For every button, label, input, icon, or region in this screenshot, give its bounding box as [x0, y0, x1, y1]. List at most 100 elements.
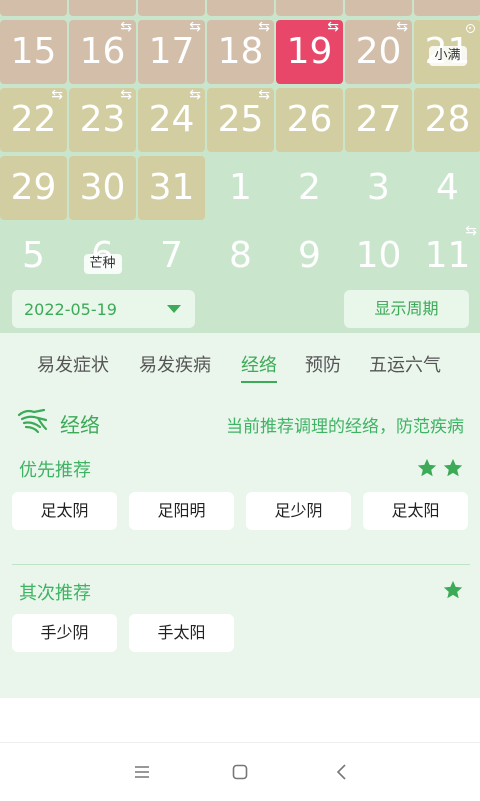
day-number: 23: [79, 99, 126, 140]
calendar-day[interactable]: 10: [138, 0, 205, 16]
calendar-day[interactable]: 1: [207, 156, 274, 220]
day-number: 10: [355, 235, 402, 276]
calendar-day[interactable]: 24 ⇆: [138, 88, 205, 152]
meridian-chip[interactable]: 手少阴: [12, 614, 117, 652]
tab-five-movements[interactable]: 五运六气: [369, 355, 441, 377]
day-number: 16: [79, 31, 126, 72]
day-number: 7: [160, 235, 183, 276]
info-panel: 易发症状 易发疾病 经络 预防 五运六气 经络 当前推荐调理的经络，防范疾病 优…: [0, 333, 480, 698]
swap-icon: ⇆: [189, 87, 201, 103]
day-number: 9: [298, 235, 321, 276]
calendar-day-today[interactable]: 19 ⇆: [276, 20, 343, 84]
day-number: 25: [217, 99, 264, 140]
calendar-day[interactable]: 29: [0, 156, 67, 220]
calendar-day[interactable]: 12: [276, 0, 343, 16]
calendar-day[interactable]: 11 ⇆: [414, 224, 480, 285]
day-number: 11: [424, 235, 471, 276]
calendar-day[interactable]: 7: [138, 224, 205, 285]
calendar-day[interactable]: 18 ⇆: [207, 20, 274, 84]
solar-term-label: 芒种: [83, 254, 122, 274]
swap-icon: ⇆: [258, 87, 270, 103]
tab-bar: 易发症状 易发疾病 经络 预防 五运六气: [0, 333, 480, 401]
calendar-day[interactable]: 8: [207, 224, 274, 285]
tab-symptoms[interactable]: 易发症状: [37, 355, 109, 377]
swap-icon: ⇆: [258, 19, 270, 35]
swap-icon: ⇆: [51, 87, 63, 103]
meridian-chip[interactable]: 足太阳: [363, 492, 468, 530]
calendar-day[interactable]: 28: [414, 88, 480, 152]
swap-icon: ⇆: [189, 19, 201, 35]
star-icon: [417, 458, 437, 477]
calendar-day[interactable]: 25 ⇆: [207, 88, 274, 152]
calendar-day[interactable]: 23 ⇆: [69, 88, 136, 152]
calendar-day[interactable]: 10: [345, 224, 412, 285]
meridian-hand-icon: [17, 408, 48, 434]
day-number: 8: [229, 235, 252, 276]
secondary-label: 其次推荐: [19, 583, 91, 604]
day-number: 26: [286, 99, 333, 140]
calendar-day[interactable]: 13: [345, 0, 412, 16]
calendar-grid: 8 9 10 11 12 13 14 15 16 ⇆ 17 ⇆ 18 ⇆ 19 …: [0, 0, 480, 285]
back-icon[interactable]: [333, 763, 351, 781]
calendar-day[interactable]: 20 ⇆: [345, 20, 412, 84]
primary-rating: [416, 457, 464, 479]
day-number: 24: [148, 99, 195, 140]
tab-meridians[interactable]: 经络: [241, 355, 277, 383]
calendar-day[interactable]: 5: [0, 224, 67, 285]
meridian-chip[interactable]: 足太阴: [12, 492, 117, 530]
calendar-day[interactable]: 17 ⇆: [138, 20, 205, 84]
calendar-day[interactable]: 16 ⇆: [69, 20, 136, 84]
secondary-meridian-list: 手少阴 手太阳: [12, 614, 234, 652]
day-number: 27: [355, 99, 402, 140]
calendar-week: 22 ⇆ 23 ⇆ 24 ⇆ 25 ⇆ 26 27 28: [0, 88, 480, 152]
calendar-week-partial: 8 9 10 11 12 13 14: [0, 0, 480, 16]
calendar-day[interactable]: 9: [276, 224, 343, 285]
calendar-day[interactable]: 8: [0, 0, 67, 16]
calendar-day[interactable]: 2: [276, 156, 343, 220]
calendar-day[interactable]: 30: [69, 156, 136, 220]
calendar-day[interactable]: 21 小满: [414, 20, 480, 84]
calendar-day[interactable]: 22 ⇆: [0, 88, 67, 152]
meridian-chip[interactable]: 足少阴: [246, 492, 351, 530]
primary-meridian-list: 足太阴 足阳明 足少阴 足太阳: [12, 492, 468, 530]
swap-icon: ⇆: [120, 87, 132, 103]
section-header: 经络 当前推荐调理的经络，防范疾病: [0, 403, 480, 443]
calendar-day[interactable]: 31: [138, 156, 205, 220]
calendar-day[interactable]: 15: [0, 20, 67, 84]
swap-icon: ⇆: [120, 19, 132, 35]
section-description: 当前推荐调理的经络，防范疾病: [226, 417, 464, 437]
calendar-week: 29 30 31 1 2 3 4: [0, 156, 480, 220]
calendar-day[interactable]: 11: [207, 0, 274, 16]
day-number: 20: [355, 31, 402, 72]
chevron-down-icon: [167, 305, 181, 313]
day-number: 18: [217, 31, 264, 72]
calendar-week: 5 6 芒种 7 8 9 10 11 ⇆: [0, 224, 480, 285]
home-icon[interactable]: [231, 763, 249, 781]
swap-icon: ⇆: [327, 19, 339, 35]
meridian-chip[interactable]: 手太阳: [129, 614, 234, 652]
calendar-day[interactable]: 4: [414, 156, 480, 220]
show-period-button[interactable]: 显示周期: [344, 290, 469, 328]
tab-diseases[interactable]: 易发疾病: [139, 355, 211, 377]
swap-icon: ⇆: [396, 19, 408, 35]
day-number: 19: [286, 31, 333, 72]
menu-icon[interactable]: [133, 763, 151, 781]
date-dropdown[interactable]: 2022-05-19: [12, 290, 195, 328]
tab-prevention[interactable]: 预防: [305, 355, 341, 377]
day-number: 22: [10, 99, 57, 140]
calendar-week: 15 16 ⇆ 17 ⇆ 18 ⇆ 19 ⇆ 20 ⇆ 21 小满: [0, 20, 480, 84]
calendar-day[interactable]: 6 芒种: [69, 224, 136, 285]
calendar-day[interactable]: 27: [345, 88, 412, 152]
calendar-day[interactable]: 14: [414, 0, 480, 16]
calendar-day[interactable]: 9: [69, 0, 136, 16]
day-number: 17: [148, 31, 195, 72]
meridian-chip[interactable]: 足阳明: [129, 492, 234, 530]
calendar-day[interactable]: 3: [345, 156, 412, 220]
star-icon: [443, 580, 463, 599]
system-nav-bar: [0, 742, 480, 801]
day-number: 15: [10, 31, 57, 72]
solar-term-label: 小满: [428, 46, 467, 66]
day-number: 5: [22, 235, 45, 276]
date-bar: 2022-05-19 显示周期: [0, 285, 480, 333]
calendar-day[interactable]: 26: [276, 88, 343, 152]
